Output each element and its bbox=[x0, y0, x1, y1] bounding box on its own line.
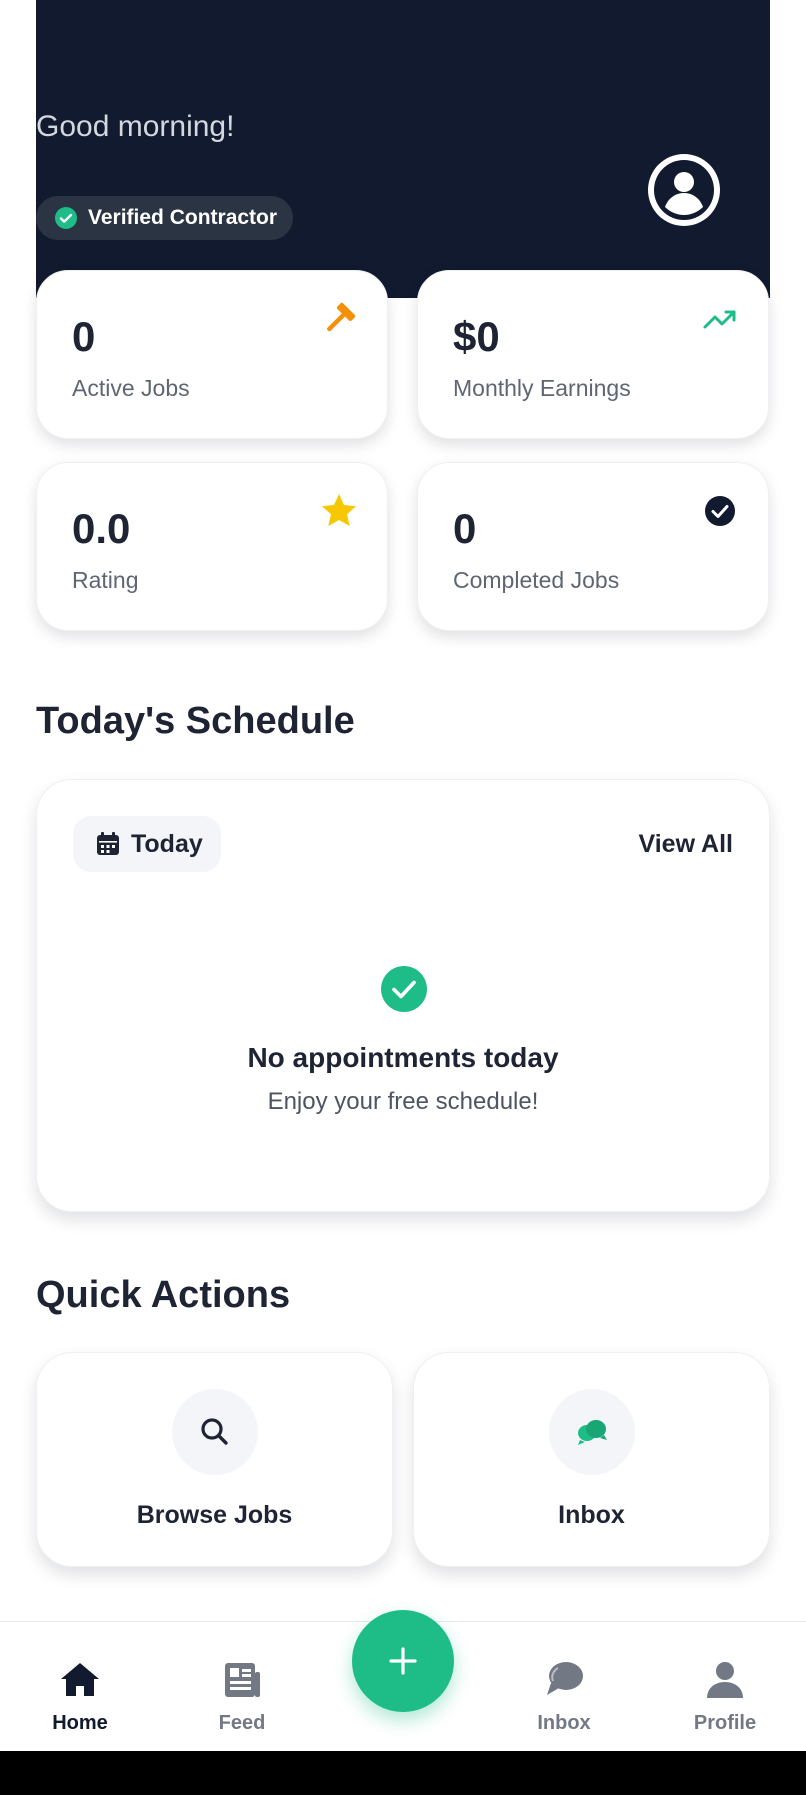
inbox-quick-action-button[interactable]: Inbox bbox=[413, 1352, 770, 1567]
home-icon bbox=[61, 1663, 99, 1696]
rating-label: Rating bbox=[72, 567, 139, 593]
user-icon bbox=[707, 1662, 743, 1698]
monthly-earnings-label: Monthly Earnings bbox=[453, 375, 631, 401]
schedule-section-title: Today's Schedule bbox=[36, 700, 355, 742]
empty-state-title: No appointments today bbox=[247, 1042, 559, 1073]
view-all-link[interactable]: View All bbox=[639, 830, 733, 859]
stat-card-monthly-earnings[interactable]: $0 Monthly Earnings bbox=[417, 270, 769, 439]
nav-profile[interactable]: Profile bbox=[655, 1658, 795, 1735]
nav-profile-label: Profile bbox=[693, 1712, 757, 1734]
completed-jobs-label: Completed Jobs bbox=[453, 567, 620, 593]
stat-card-rating[interactable]: 0.0 Rating bbox=[36, 462, 388, 631]
plus-icon bbox=[389, 1647, 417, 1675]
active-jobs-label: Active Jobs bbox=[72, 375, 190, 401]
check-circle-icon bbox=[700, 491, 740, 531]
chat-icon bbox=[547, 1662, 583, 1695]
today-chip-label: Today bbox=[131, 829, 203, 858]
user-circle-icon bbox=[649, 155, 719, 225]
empty-state-subtitle: Enjoy your free schedule! bbox=[267, 1088, 539, 1115]
home-screen: Good morning! Verified Contractor 0 Acti… bbox=[0, 0, 806, 1795]
completed-jobs-value: 0 bbox=[453, 505, 477, 552]
nav-feed[interactable]: Feed bbox=[172, 1658, 312, 1735]
system-navigation-bar bbox=[0, 1751, 806, 1795]
nav-inbox-label: Inbox bbox=[537, 1712, 591, 1734]
nav-home-label: Home bbox=[52, 1712, 108, 1734]
browse-jobs-button[interactable]: Browse Jobs bbox=[36, 1352, 393, 1567]
inbox-icon-circle bbox=[548, 1389, 635, 1475]
nav-feed-label: Feed bbox=[218, 1712, 266, 1734]
verified-check-icon bbox=[54, 206, 78, 230]
nav-inbox[interactable]: Inbox bbox=[494, 1658, 634, 1735]
header-banner bbox=[36, 0, 770, 298]
profile-avatar-button[interactable] bbox=[648, 154, 720, 226]
verified-badge: Verified Contractor bbox=[36, 196, 294, 240]
rating-value: 0.0 bbox=[72, 505, 131, 552]
greeting-text: Good morning! bbox=[36, 110, 235, 143]
calendar-icon bbox=[97, 832, 119, 855]
search-icon bbox=[200, 1418, 228, 1445]
star-icon bbox=[319, 491, 359, 531]
nav-home[interactable]: Home bbox=[10, 1658, 150, 1735]
hammer-icon bbox=[319, 299, 359, 339]
inbox-quick-action-label: Inbox bbox=[558, 1501, 625, 1529]
add-floating-button[interactable] bbox=[352, 1610, 454, 1712]
browse-jobs-icon-circle bbox=[171, 1389, 258, 1475]
verified-badge-label: Verified Contractor bbox=[88, 206, 278, 229]
active-jobs-value: 0 bbox=[72, 313, 96, 360]
chat-bubbles-icon bbox=[577, 1420, 607, 1445]
monthly-earnings-value: $0 bbox=[453, 313, 500, 360]
today-filter-chip[interactable]: Today bbox=[73, 816, 221, 872]
stat-card-completed-jobs[interactable]: 0 Completed Jobs bbox=[417, 462, 769, 631]
newspaper-icon bbox=[225, 1663, 260, 1697]
browse-jobs-label: Browse Jobs bbox=[136, 1501, 293, 1529]
stat-card-active-jobs[interactable]: 0 Active Jobs bbox=[36, 270, 388, 439]
trending-up-icon bbox=[700, 299, 740, 339]
schedule-card: Today View All No appointments today Enj… bbox=[36, 779, 770, 1212]
quick-actions-title: Quick Actions bbox=[36, 1274, 291, 1316]
check-circle-icon bbox=[380, 965, 428, 1013]
